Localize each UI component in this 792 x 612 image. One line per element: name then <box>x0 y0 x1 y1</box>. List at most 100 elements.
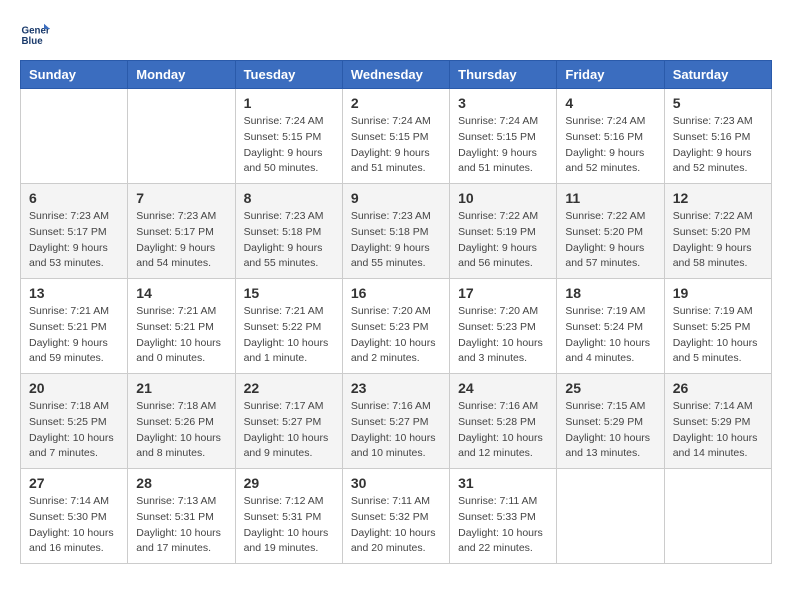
calendar-week-2: 6Sunrise: 7:23 AM Sunset: 5:17 PM Daylig… <box>21 184 772 279</box>
day-number: 19 <box>673 285 763 301</box>
day-number: 5 <box>673 95 763 111</box>
day-info: Sunrise: 7:14 AM Sunset: 5:30 PM Dayligh… <box>29 494 119 557</box>
day-info: Sunrise: 7:23 AM Sunset: 5:16 PM Dayligh… <box>673 114 763 177</box>
calendar-cell: 18 Sunrise: 7:19 AM Sunset: 5:24 PM Dayli… <box>557 279 664 374</box>
calendar-week-5: 27 Sunrise: 7:14 AM Sunset: 5:30 PM Dayli… <box>21 469 772 564</box>
day-number: 2 <box>351 95 441 111</box>
day-info: Sunrise: 7:22 AM Sunset: 5:19 PM Dayligh… <box>458 209 548 272</box>
page-header: General Blue <box>20 20 772 50</box>
calendar-cell: 30Sunrise: 7:11 AM Sunset: 5:32 PM Dayli… <box>342 469 449 564</box>
day-number: 8 <box>244 190 334 206</box>
calendar-cell <box>21 89 128 184</box>
day-info: Sunrise: 7:21 AM Sunset: 5:21 PM Dayligh… <box>29 304 119 367</box>
day-number: 24 <box>458 380 548 396</box>
calendar-cell: 14 Sunrise: 7:21 AM Sunset: 5:21 PM Dayli… <box>128 279 235 374</box>
day-info: Sunrise: 7:17 AM Sunset: 5:27 PM Dayligh… <box>244 399 334 462</box>
col-header-saturday: Saturday <box>664 61 771 89</box>
logo-icon: General Blue <box>20 20 50 50</box>
day-number: 10 <box>458 190 548 206</box>
day-number: 3 <box>458 95 548 111</box>
day-number: 13 <box>29 285 119 301</box>
logo: General Blue <box>20 20 54 50</box>
day-number: 22 <box>244 380 334 396</box>
day-info: Sunrise: 7:21 AM Sunset: 5:21 PM Dayligh… <box>136 304 226 367</box>
day-info: Sunrise: 7:16 AM Sunset: 5:28 PM Dayligh… <box>458 399 548 462</box>
day-info: Sunrise: 7:20 AM Sunset: 5:23 PM Dayligh… <box>458 304 548 367</box>
col-header-wednesday: Wednesday <box>342 61 449 89</box>
day-number: 23 <box>351 380 441 396</box>
day-number: 29 <box>244 475 334 491</box>
calendar-cell: 8 Sunrise: 7:23 AM Sunset: 5:18 PM Daylig… <box>235 184 342 279</box>
day-number: 18 <box>565 285 655 301</box>
calendar-table: SundayMondayTuesdayWednesdayThursdayFrid… <box>20 60 772 564</box>
day-number: 11 <box>565 190 655 206</box>
calendar-cell: 19 Sunrise: 7:19 AM Sunset: 5:25 PM Dayli… <box>664 279 771 374</box>
calendar-cell: 13 Sunrise: 7:21 AM Sunset: 5:21 PM Dayli… <box>21 279 128 374</box>
day-info: Sunrise: 7:16 AM Sunset: 5:27 PM Dayligh… <box>351 399 441 462</box>
col-header-tuesday: Tuesday <box>235 61 342 89</box>
calendar-cell: 23 Sunrise: 7:16 AM Sunset: 5:27 PM Dayli… <box>342 374 449 469</box>
day-info: Sunrise: 7:23 AM Sunset: 5:18 PM Dayligh… <box>351 209 441 272</box>
day-number: 25 <box>565 380 655 396</box>
day-info: Sunrise: 7:22 AM Sunset: 5:20 PM Dayligh… <box>565 209 655 272</box>
day-number: 1 <box>244 95 334 111</box>
calendar-week-4: 20 Sunrise: 7:18 AM Sunset: 5:25 PM Dayli… <box>21 374 772 469</box>
day-number: 9 <box>351 190 441 206</box>
day-number: 17 <box>458 285 548 301</box>
day-info: Sunrise: 7:18 AM Sunset: 5:25 PM Dayligh… <box>29 399 119 462</box>
day-info: Sunrise: 7:11 AM Sunset: 5:32 PM Dayligh… <box>351 494 441 557</box>
day-info: Sunrise: 7:19 AM Sunset: 5:24 PM Dayligh… <box>565 304 655 367</box>
day-number: 27 <box>29 475 119 491</box>
day-info: Sunrise: 7:21 AM Sunset: 5:22 PM Dayligh… <box>244 304 334 367</box>
calendar-cell: 28 Sunrise: 7:13 AM Sunset: 5:31 PM Dayli… <box>128 469 235 564</box>
calendar-cell: 16 Sunrise: 7:20 AM Sunset: 5:23 PM Dayli… <box>342 279 449 374</box>
calendar-week-1: 1 Sunrise: 7:24 AM Sunset: 5:15 PM Daylig… <box>21 89 772 184</box>
calendar-cell: 27 Sunrise: 7:14 AM Sunset: 5:30 PM Dayli… <box>21 469 128 564</box>
day-number: 31 <box>458 475 548 491</box>
calendar-cell: 31Sunrise: 7:11 AM Sunset: 5:33 PM Dayli… <box>450 469 557 564</box>
calendar-cell: 7Sunrise: 7:23 AM Sunset: 5:17 PM Daylig… <box>128 184 235 279</box>
calendar-cell <box>664 469 771 564</box>
col-header-monday: Monday <box>128 61 235 89</box>
day-number: 20 <box>29 380 119 396</box>
calendar-cell: 1 Sunrise: 7:24 AM Sunset: 5:15 PM Daylig… <box>235 89 342 184</box>
day-number: 28 <box>136 475 226 491</box>
day-number: 4 <box>565 95 655 111</box>
day-info: Sunrise: 7:24 AM Sunset: 5:15 PM Dayligh… <box>458 114 548 177</box>
calendar-cell: 10 Sunrise: 7:22 AM Sunset: 5:19 PM Dayli… <box>450 184 557 279</box>
calendar-cell: 22 Sunrise: 7:17 AM Sunset: 5:27 PM Dayli… <box>235 374 342 469</box>
day-info: Sunrise: 7:14 AM Sunset: 5:29 PM Dayligh… <box>673 399 763 462</box>
day-info: Sunrise: 7:18 AM Sunset: 5:26 PM Dayligh… <box>136 399 226 462</box>
day-info: Sunrise: 7:13 AM Sunset: 5:31 PM Dayligh… <box>136 494 226 557</box>
calendar-cell: 26 Sunrise: 7:14 AM Sunset: 5:29 PM Dayli… <box>664 374 771 469</box>
calendar-cell: 2 Sunrise: 7:24 AM Sunset: 5:15 PM Daylig… <box>342 89 449 184</box>
day-number: 15 <box>244 285 334 301</box>
day-info: Sunrise: 7:23 AM Sunset: 5:18 PM Dayligh… <box>244 209 334 272</box>
day-number: 26 <box>673 380 763 396</box>
day-info: Sunrise: 7:24 AM Sunset: 5:15 PM Dayligh… <box>351 114 441 177</box>
calendar-cell <box>128 89 235 184</box>
calendar-cell: 11 Sunrise: 7:22 AM Sunset: 5:20 PM Dayli… <box>557 184 664 279</box>
day-number: 16 <box>351 285 441 301</box>
calendar-cell: 6Sunrise: 7:23 AM Sunset: 5:17 PM Daylig… <box>21 184 128 279</box>
day-number: 12 <box>673 190 763 206</box>
calendar-week-3: 13 Sunrise: 7:21 AM Sunset: 5:21 PM Dayli… <box>21 279 772 374</box>
calendar-cell: 5 Sunrise: 7:23 AM Sunset: 5:16 PM Daylig… <box>664 89 771 184</box>
calendar-cell: 9 Sunrise: 7:23 AM Sunset: 5:18 PM Daylig… <box>342 184 449 279</box>
calendar-cell: 12 Sunrise: 7:22 AM Sunset: 5:20 PM Dayli… <box>664 184 771 279</box>
day-info: Sunrise: 7:19 AM Sunset: 5:25 PM Dayligh… <box>673 304 763 367</box>
day-info: Sunrise: 7:24 AM Sunset: 5:16 PM Dayligh… <box>565 114 655 177</box>
calendar-cell: 29 Sunrise: 7:12 AM Sunset: 5:31 PM Dayli… <box>235 469 342 564</box>
day-info: Sunrise: 7:12 AM Sunset: 5:31 PM Dayligh… <box>244 494 334 557</box>
day-info: Sunrise: 7:22 AM Sunset: 5:20 PM Dayligh… <box>673 209 763 272</box>
day-info: Sunrise: 7:20 AM Sunset: 5:23 PM Dayligh… <box>351 304 441 367</box>
day-info: Sunrise: 7:24 AM Sunset: 5:15 PM Dayligh… <box>244 114 334 177</box>
day-number: 14 <box>136 285 226 301</box>
day-info: Sunrise: 7:23 AM Sunset: 5:17 PM Dayligh… <box>136 209 226 272</box>
day-info: Sunrise: 7:23 AM Sunset: 5:17 PM Dayligh… <box>29 209 119 272</box>
day-number: 21 <box>136 380 226 396</box>
col-header-friday: Friday <box>557 61 664 89</box>
col-header-sunday: Sunday <box>21 61 128 89</box>
day-info: Sunrise: 7:15 AM Sunset: 5:29 PM Dayligh… <box>565 399 655 462</box>
calendar-cell: 4 Sunrise: 7:24 AM Sunset: 5:16 PM Daylig… <box>557 89 664 184</box>
